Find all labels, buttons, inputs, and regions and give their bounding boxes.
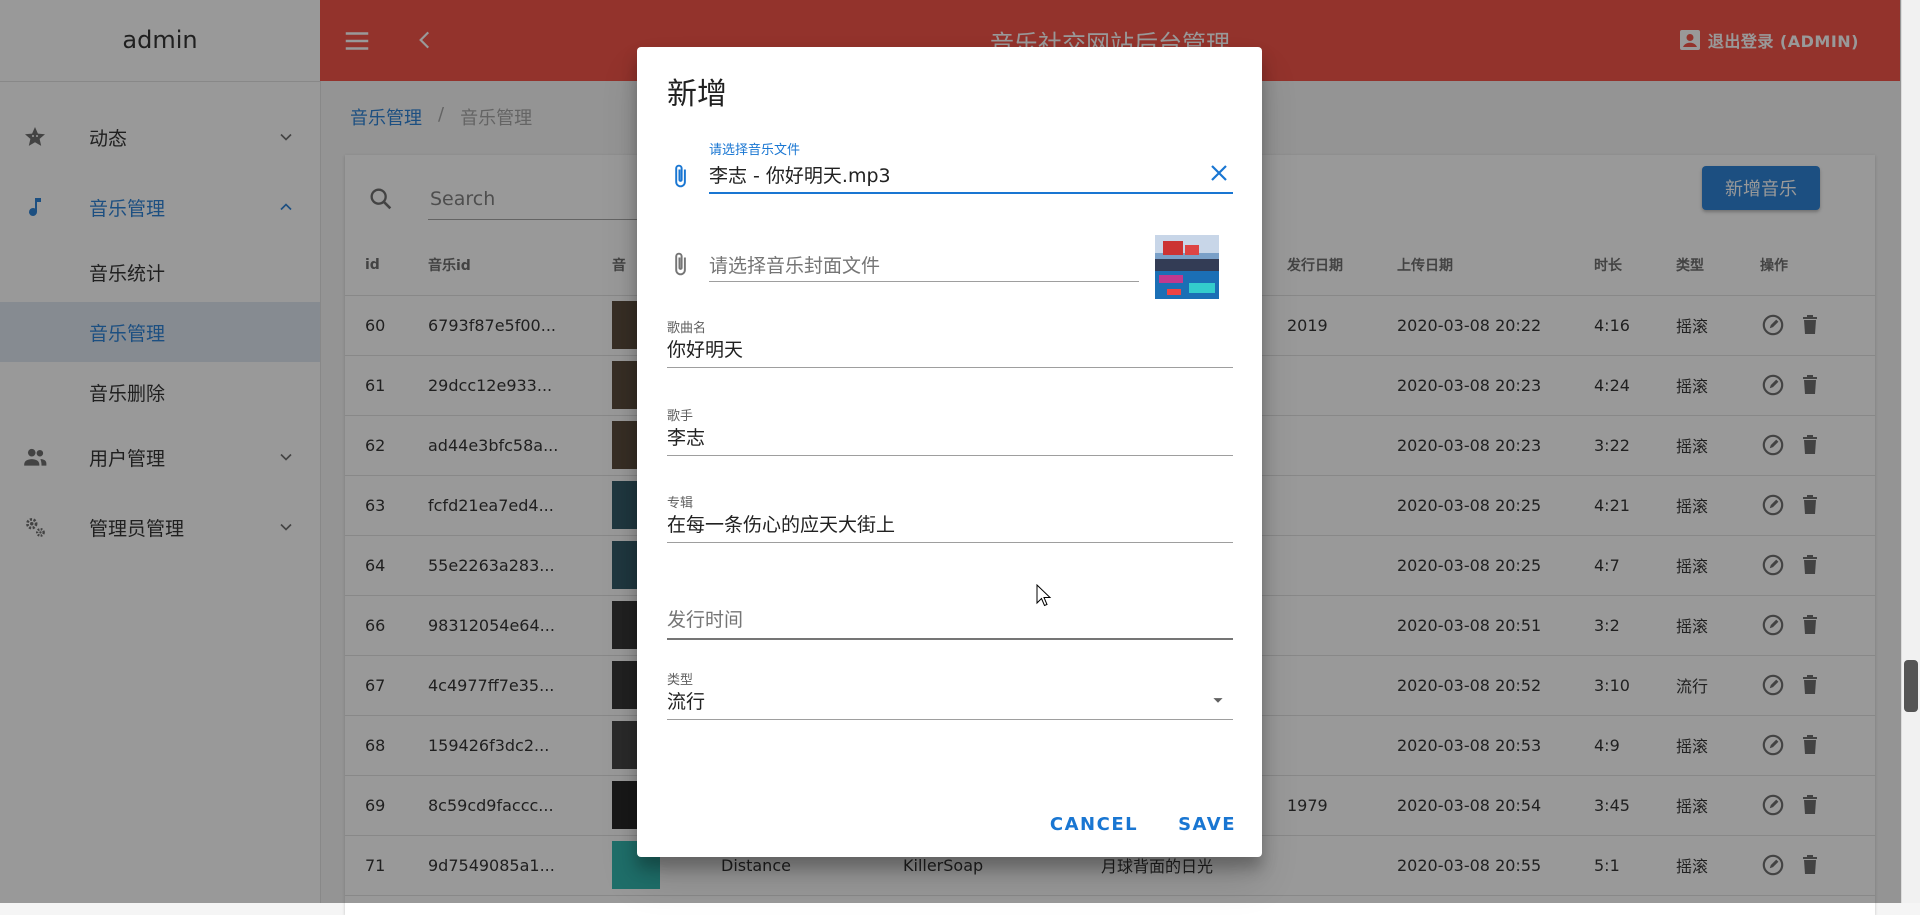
release-time-field[interactable]: 发行时间 — [667, 597, 1233, 649]
cover-file-underline — [709, 281, 1139, 282]
song-name-underline — [667, 367, 1233, 368]
app-root: admin 动态 音乐管理 音乐统计 音乐管理 音乐删除 用户管理 管理员管理 … — [0, 0, 1920, 915]
song-name-field[interactable]: 歌曲名 你好明天 — [667, 317, 1233, 387]
type-label: 类型 — [667, 673, 694, 688]
release-time-placeholder: 发行时间 — [667, 609, 744, 631]
cover-preview-image — [1155, 235, 1219, 299]
dialog-actions: CANCEL SAVE — [1050, 814, 1236, 835]
song-name-value: 你好明天 — [667, 339, 744, 361]
clear-icon[interactable] — [1207, 161, 1231, 185]
album-field[interactable]: 专辑 在每一条伤心的应天大街上 — [667, 492, 1233, 562]
cover-file-placeholder: 请选择音乐封面文件 — [709, 255, 881, 277]
album-label: 专辑 — [667, 496, 694, 511]
add-music-dialog: 新增 请选择音乐文件 李志 - 你好明天.mp3 请选择音乐封面文件 歌曲名 你… — [637, 47, 1262, 857]
save-button[interactable]: SAVE — [1178, 814, 1236, 835]
music-file-value: 李志 - 你好明天.mp3 — [709, 165, 891, 187]
type-underline — [667, 719, 1233, 720]
singer-field[interactable]: 歌手 李志 — [667, 405, 1233, 475]
singer-value: 李志 — [667, 427, 706, 449]
dropdown-arrow-icon[interactable] — [1207, 689, 1229, 711]
singer-label: 歌手 — [667, 409, 694, 424]
scrollbar-thumb[interactable] — [1904, 660, 1918, 712]
release-time-underline — [667, 638, 1233, 640]
paperclip-icon[interactable] — [667, 249, 693, 279]
type-select[interactable]: 类型 流行 — [667, 669, 1233, 739]
singer-underline — [667, 455, 1233, 456]
type-value: 流行 — [667, 691, 706, 713]
album-value: 在每一条伤心的应天大街上 — [667, 514, 896, 536]
music-file-underline — [709, 192, 1233, 194]
song-name-label: 歌曲名 — [667, 321, 707, 336]
dialog-title: 新增 — [667, 77, 727, 112]
music-file-label: 请选择音乐文件 — [709, 143, 801, 158]
paperclip-icon[interactable] — [667, 161, 693, 191]
cover-file-field[interactable]: 请选择音乐封面文件 — [667, 235, 1233, 315]
mouse-cursor-icon — [1036, 584, 1052, 607]
scrollbar[interactable] — [1901, 0, 1920, 903]
cancel-button[interactable]: CANCEL — [1050, 814, 1138, 835]
music-file-field[interactable]: 请选择音乐文件 李志 - 你好明天.mp3 — [667, 137, 1233, 197]
album-underline — [667, 542, 1233, 543]
